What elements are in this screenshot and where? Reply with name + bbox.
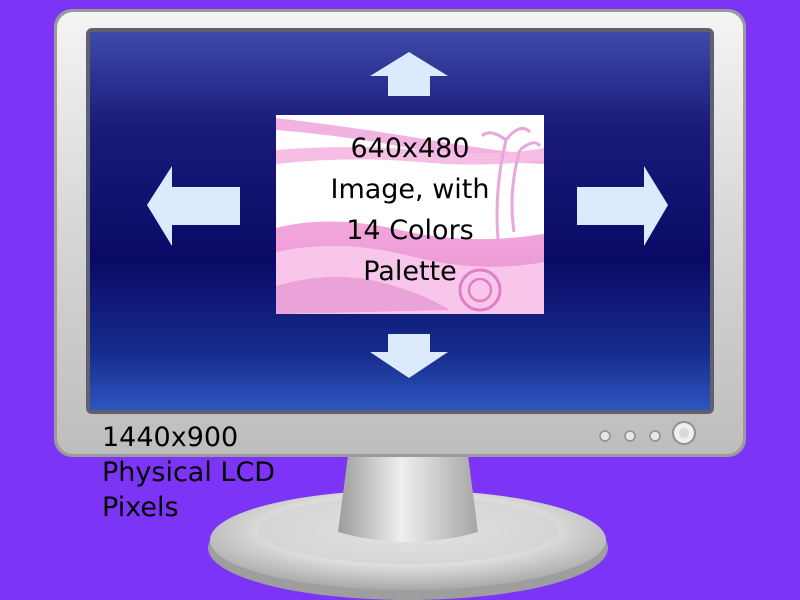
monitor-button-icon [599, 430, 611, 442]
monitor-caption: 1440x900 Physical LCD Pixels [102, 420, 275, 525]
image-caption-line: 14 Colors [346, 215, 474, 246]
monitor-button-icon [624, 430, 636, 442]
image-caption-line: Palette [363, 256, 457, 287]
diagram-canvas: 640x480 Image, with 14 Colors Palette 14… [0, 0, 800, 600]
monitor-button-icon [649, 430, 661, 442]
image-caption-line: 640x480 [350, 133, 470, 164]
monitor-caption-line: Physical LCD [102, 457, 276, 488]
image-caption: 640x480 Image, with 14 Colors Palette [276, 128, 544, 292]
image-caption-line: Image, with [330, 174, 490, 205]
monitor-caption-line: Pixels [102, 492, 179, 523]
monitor-caption-line: 1440x900 [102, 422, 239, 453]
